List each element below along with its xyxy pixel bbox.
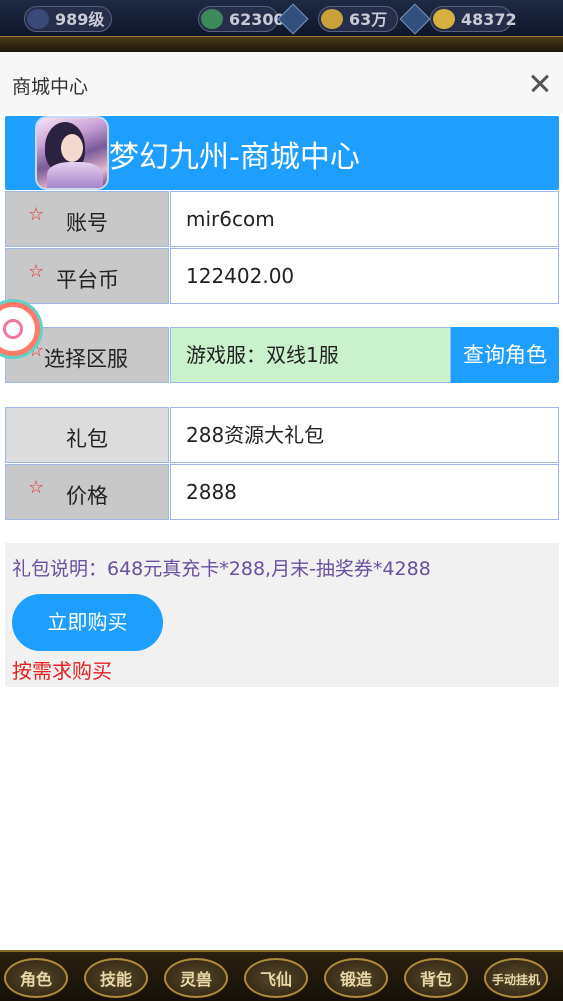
account-field[interactable]: mir6com [170,191,559,247]
server-select[interactable]: 游戏服：双线1服 [170,327,451,383]
purchase-note: 按需求购买 [12,659,112,683]
game-hud-bottom: 角色 技能 灵兽 飞仙 锻造 背包 手动挂机 [0,950,563,1001]
level-value: 989级 [55,10,105,29]
coin-value: 48372 [461,10,517,29]
price-row: ☆ 价格 2888 [5,464,559,520]
required-star-icon: ☆ [28,477,45,498]
package-label: 礼包 [66,427,108,451]
server-row: ☆ 选择区服 游戏服：双线1服 查询角色 [5,327,559,383]
account-row: ☆ 账号 mir6com [5,191,559,247]
tab-ascend[interactable]: 飞仙 [244,958,308,998]
level-icon [27,9,49,29]
modal-title: 商城中心 [12,76,89,98]
account-label-cell: ☆ 账号 [5,191,169,247]
currency-row: ☆ 平台币 122402.00 [5,248,559,304]
add-gold-icon[interactable] [399,3,431,35]
jade-icon [201,9,223,29]
tab-forge[interactable]: 锻造 [324,958,388,998]
buy-now-button[interactable]: 立即购买 [12,594,163,651]
jade-value: 62300 [229,10,285,29]
price-field: 2888 [170,464,559,520]
add-jade-icon[interactable] [277,3,309,35]
package-label-cell: 礼包 [5,407,169,463]
tab-bag[interactable]: 背包 [404,958,468,998]
tab-auto-battle[interactable]: 手动挂机 [484,958,548,998]
coin-icon [433,9,455,29]
currency-label-cell: ☆ 平台币 [5,248,169,304]
server-label: 选择区服 [44,347,128,371]
query-role-button[interactable]: 查询角色 [451,327,559,383]
account-label: 账号 [66,211,108,235]
package-info-panel: 礼包说明：648元真充卡*288,月末-抽奖券*4288 立即购买 按需求购买 [5,543,559,687]
tab-pets[interactable]: 灵兽 [164,958,228,998]
required-star-icon: ☆ [28,261,45,282]
price-label-cell: ☆ 价格 [5,464,169,520]
hud-frame-decoration [0,36,563,52]
gold-value: 63万 [349,10,388,29]
tab-character[interactable]: 角色 [4,958,68,998]
required-star-icon: ☆ [28,204,45,225]
game-logo-icon [35,116,109,190]
modal-header: 商城中心 [0,52,563,114]
package-select[interactable]: 288资源大礼包 [170,407,559,463]
close-icon[interactable] [523,66,557,100]
package-row: 礼包 288资源大礼包 [5,407,559,463]
jade-display: 62300 [198,6,285,32]
currency-field[interactable]: 122402.00 [170,248,559,304]
game-hud-top: 989级 62300 63万 48372 [0,0,563,52]
price-label: 价格 [66,484,108,508]
package-description: 礼包说明：648元真充卡*288,月末-抽奖券*4288 [12,558,431,580]
shop-banner: 梦幻九州-商城中心 [5,116,559,190]
tab-skills[interactable]: 技能 [84,958,148,998]
currency-label: 平台币 [56,268,119,292]
gold-display: 63万 [318,6,398,32]
coin-display: 48372 [430,6,517,32]
banner-title: 梦幻九州-商城中心 [109,140,360,175]
level-display: 989级 [24,6,112,32]
gold-ingot-icon [321,9,343,29]
shop-modal-body: 梦幻九州-商城中心 ☆ 账号 mir6com ☆ 平台币 122402.00 ☆… [0,114,563,950]
